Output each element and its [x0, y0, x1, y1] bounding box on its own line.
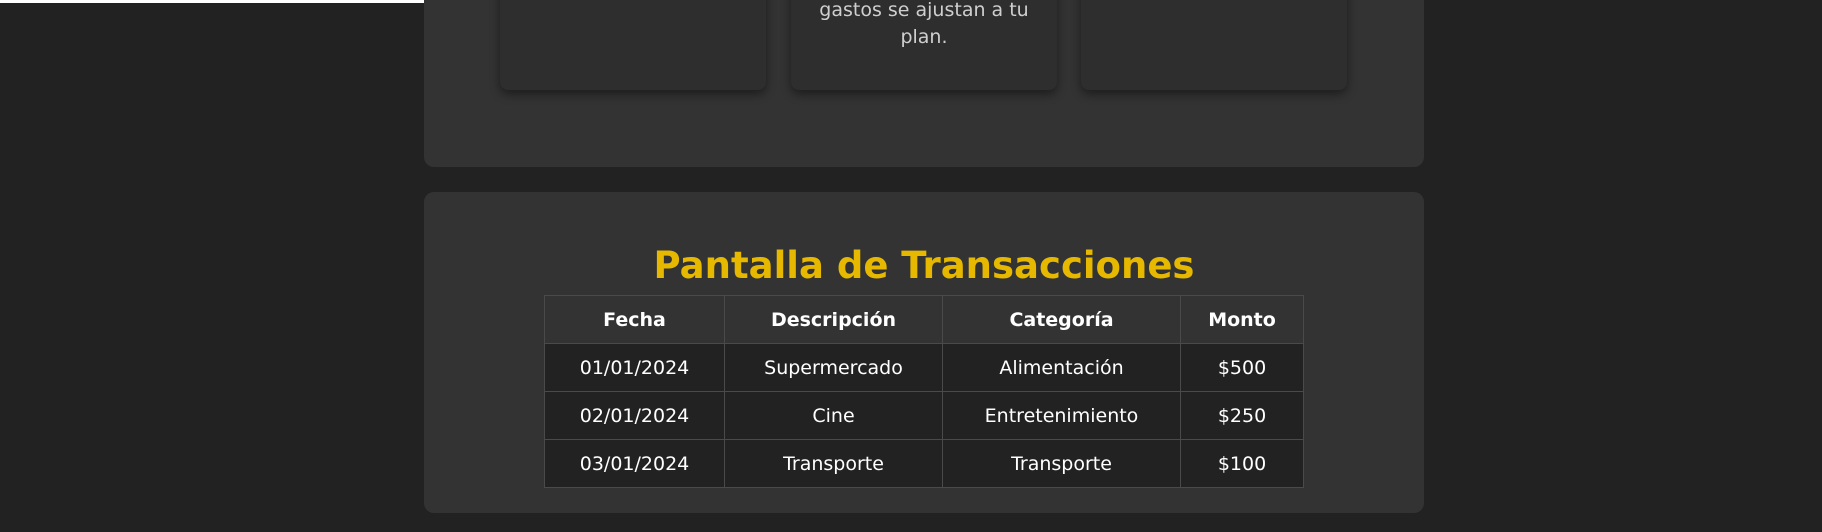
- cell-fecha: 02/01/2024: [544, 391, 725, 440]
- cell-monto: $250: [1180, 391, 1304, 440]
- column-header-monto: Monto: [1180, 295, 1304, 344]
- cell-descripcion: Cine: [724, 391, 943, 440]
- transactions-table: Fecha Descripción Categoría Monto 01/01/…: [544, 295, 1304, 488]
- transactions-section: Pantalla de Transacciones Fecha Descripc…: [424, 192, 1424, 513]
- column-header-descripcion: Descripción: [724, 295, 943, 344]
- feature-card: p: [1081, 0, 1347, 90]
- table-row: 03/01/2024 Transporte Transporte $100: [544, 439, 1304, 488]
- column-header-categoria: Categoría: [942, 295, 1181, 344]
- cell-categoria: Alimentación: [942, 343, 1181, 392]
- table-header-row: Fecha Descripción Categoría Monto: [544, 295, 1304, 344]
- cell-categoria: Entretenimiento: [942, 391, 1181, 440]
- cell-fecha: 01/01/2024: [544, 343, 725, 392]
- cell-monto: $100: [1180, 439, 1304, 488]
- cell-descripcion: Supermercado: [724, 343, 943, 392]
- feature-card-text: gastos se ajustan a tu plan.: [819, 0, 1029, 48]
- table-row: 01/01/2024 Supermercado Alimentación $50…: [544, 343, 1304, 392]
- cell-monto: $500: [1180, 343, 1304, 392]
- cell-fecha: 03/01/2024: [544, 439, 725, 488]
- feature-card: gastos se ajustan a tu plan.: [791, 0, 1057, 90]
- transactions-title: Pantalla de Transacciones: [653, 244, 1195, 287]
- column-header-fecha: Fecha: [544, 295, 725, 344]
- feature-card: [500, 0, 766, 90]
- cell-categoria: Transporte: [942, 439, 1181, 488]
- features-section: gastos se ajustan a tu plan. p: [424, 0, 1424, 167]
- cell-descripcion: Transporte: [724, 439, 943, 488]
- table-row: 02/01/2024 Cine Entretenimiento $250: [544, 391, 1304, 440]
